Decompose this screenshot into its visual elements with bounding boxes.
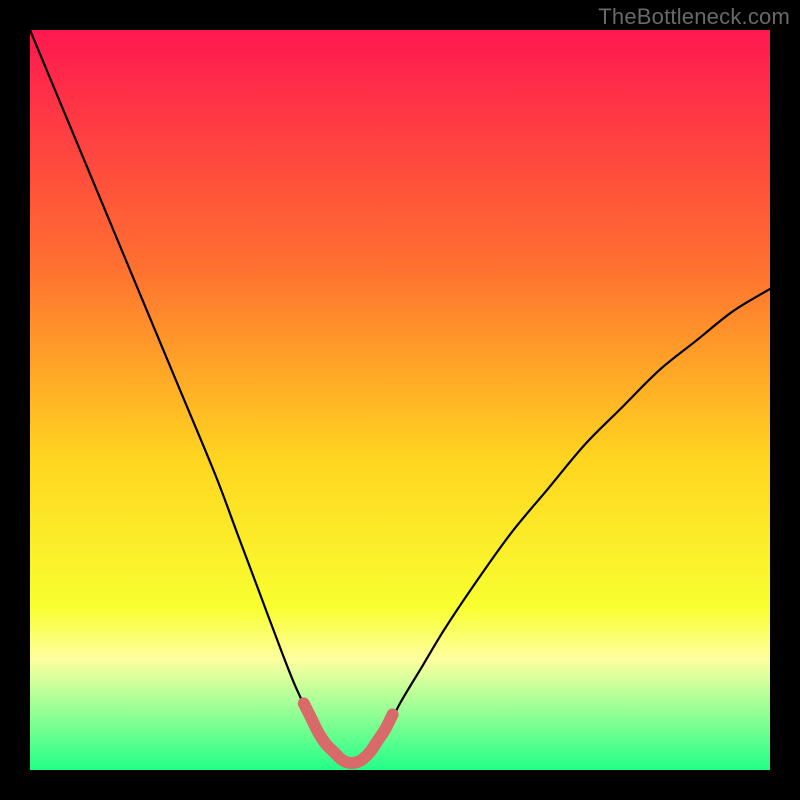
- gradient-background: [30, 30, 770, 770]
- plot-svg: [30, 30, 770, 770]
- watermark-text: TheBottleneck.com: [598, 4, 790, 30]
- plot-area: [30, 30, 770, 770]
- chart-frame: TheBottleneck.com: [0, 0, 800, 800]
